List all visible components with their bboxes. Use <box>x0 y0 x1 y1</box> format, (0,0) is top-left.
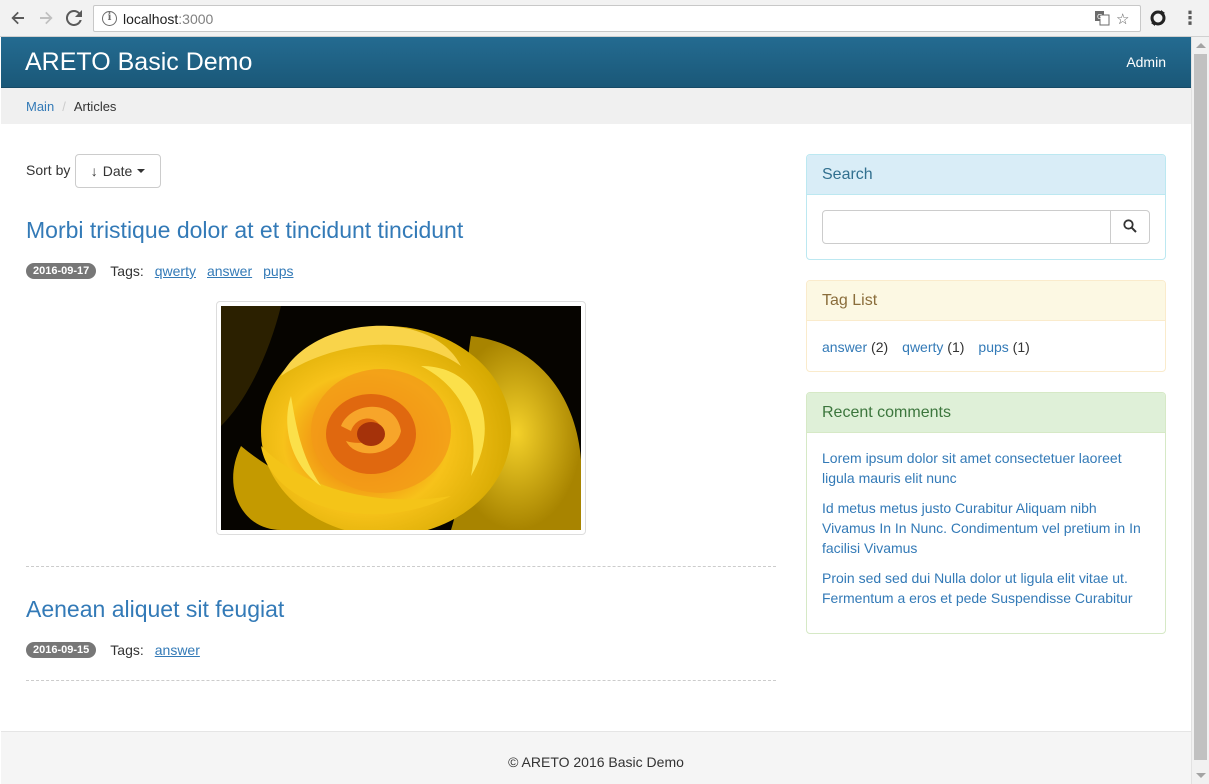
comment-link[interactable]: Lorem ipsum dolor sit amet consectetuer … <box>822 448 1152 488</box>
browser-toolbar: i localhost:3000 G ☆ ⋮ <box>0 0 1209 37</box>
sync-extension-icon[interactable] <box>1146 6 1170 30</box>
page-viewport: ARETO Basic Demo Admin Main / Articles Sor… <box>1 37 1191 784</box>
tag-count: (1) <box>1012 339 1030 355</box>
comment-list: Lorem ipsum dolor sit amet consectetuer … <box>822 448 1152 618</box>
back-arrow-icon[interactable] <box>6 6 30 30</box>
scroll-up-arrow-icon[interactable] <box>1196 43 1206 48</box>
tags-label: Tags: <box>110 642 144 658</box>
tags-label: Tags: <box>110 263 144 279</box>
search-panel: Search <box>806 154 1166 260</box>
tag-list-item: answer (2) <box>822 339 888 355</box>
article-title[interactable]: Aenean aliquet sit feugiat <box>26 596 776 623</box>
article-thumbnail[interactable] <box>216 301 586 535</box>
article-meta: 2016-09-17 Tags: qwerty answer pups <box>26 263 293 279</box>
tag-count: (1) <box>947 339 965 355</box>
date-badge: 2016-09-17 <box>26 263 97 279</box>
scroll-down-arrow-icon[interactable] <box>1196 773 1206 778</box>
brand-link[interactable]: ARETO Basic Demo <box>25 48 252 77</box>
article-meta: 2016-09-15 Tags: answer <box>26 642 200 658</box>
kebab-menu-icon[interactable]: ⋮ <box>1178 6 1202 30</box>
url-text: localhost:3000 <box>123 11 213 27</box>
url-host: localhost <box>123 11 179 27</box>
article-item: Morbi tristique dolor at et tincidunt ti… <box>26 217 776 279</box>
article-item: Aenean aliquet sit feugiat 2016-09-15 Ta… <box>26 596 776 658</box>
forward-arrow-icon[interactable] <box>34 6 58 30</box>
breadcrumb-separator: / <box>62 99 66 114</box>
comment-link[interactable]: Id metus metus justo Curabitur Aliquam n… <box>822 498 1152 558</box>
footer: © ARETO 2016 Basic Demo <box>1 731 1191 784</box>
sort-label: Sort by <box>26 162 71 178</box>
tag-list-link[interactable]: qwerty <box>902 339 943 355</box>
search-input[interactable] <box>822 210 1111 244</box>
arrow-down-icon: ↓ <box>90 163 98 179</box>
date-badge: 2016-09-15 <box>26 642 97 658</box>
recent-comments-heading: Recent comments <box>807 393 1165 433</box>
search-panel-heading: Search <box>807 155 1165 195</box>
breadcrumb-main[interactable]: Main <box>26 99 54 114</box>
recent-comments-panel: Recent comments Lorem ipsum dolor sit am… <box>806 392 1166 634</box>
admin-link[interactable]: Admin <box>1126 54 1166 70</box>
navbar: ARETO Basic Demo Admin <box>1 37 1191 88</box>
article-title[interactable]: Morbi tristique dolor at et tincidunt ti… <box>26 217 776 244</box>
vertical-scrollbar[interactable] <box>1191 37 1209 784</box>
scrollbar-thumb[interactable] <box>1194 54 1207 760</box>
caret-down-icon <box>137 169 146 173</box>
tag-list-heading: Tag List <box>807 281 1165 321</box>
sort-button-label: Date <box>102 163 133 179</box>
url-port: :3000 <box>178 11 214 27</box>
translate-icon[interactable]: G <box>1094 10 1110 30</box>
tag-list-link[interactable]: pups <box>978 339 1008 355</box>
tag-link-qwerty[interactable]: qwerty <box>155 263 196 279</box>
footer-text: © ARETO 2016 Basic Demo <box>508 754 684 770</box>
tag-list-link[interactable]: answer <box>822 339 867 355</box>
tag-link-answer[interactable]: answer <box>155 642 200 658</box>
info-icon[interactable]: i <box>102 11 117 26</box>
reload-icon[interactable] <box>62 6 86 30</box>
tag-count: (2) <box>871 339 889 355</box>
tag-list-panel: Tag List answer (2) qwerty (1) pups (1) <box>806 280 1166 372</box>
search-icon <box>1123 218 1137 236</box>
breadcrumb-articles: Articles <box>73 99 117 114</box>
article-divider <box>26 680 776 681</box>
tag-link-pups[interactable]: pups <box>263 263 293 279</box>
comment-link[interactable]: Proin sed sed dui Nulla dolor ut ligula … <box>822 568 1152 608</box>
address-bar[interactable]: i localhost:3000 G ☆ <box>93 5 1141 32</box>
search-group <box>822 210 1151 244</box>
yellow-rose-photo <box>221 306 581 530</box>
tag-link-answer[interactable]: answer <box>207 263 252 279</box>
breadcrumb: Main / Articles <box>1 88 1191 124</box>
tag-list-item: pups (1) <box>978 339 1029 355</box>
article-divider <box>26 566 776 567</box>
tag-list: answer (2) qwerty (1) pups (1) <box>822 339 1044 355</box>
svg-text:G: G <box>1097 13 1102 21</box>
sort-dropdown-button[interactable]: ↓ Date <box>75 154 161 188</box>
tag-list-item: qwerty (1) <box>902 339 964 355</box>
star-icon[interactable]: ☆ <box>1116 10 1129 28</box>
search-button[interactable] <box>1110 210 1150 244</box>
